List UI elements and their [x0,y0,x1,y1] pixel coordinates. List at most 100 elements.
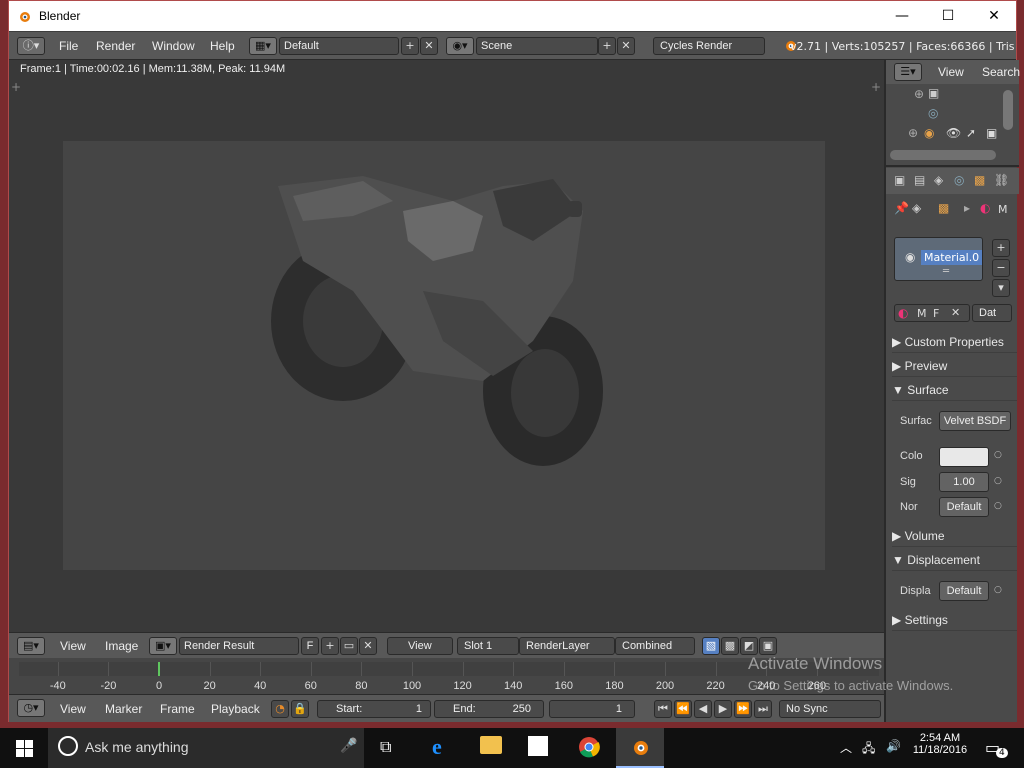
expand-icon[interactable]: ⊕ [914,87,924,101]
unlink-image-icon[interactable]: ✕ [359,637,377,655]
volume-panel[interactable]: ▶ Volume [892,525,1017,547]
scene-field[interactable]: Scene [476,37,598,55]
custom-properties-panel[interactable]: ▶ Custom Properties [892,331,1017,353]
minimize-button[interactable]: — [879,1,925,31]
menu-window[interactable]: Window [152,39,195,53]
expand-icon[interactable]: ⊕ [908,126,918,140]
slot-specials-icon[interactable]: ▾ [992,279,1010,297]
link-data-dropdown[interactable]: Dat [972,304,1012,322]
fake-user-button[interactable]: F [301,637,319,655]
constraints-tab-icon[interactable]: ⛓ [994,173,1009,187]
menu-view[interactable]: View [938,65,964,79]
preview-panel[interactable]: ▶ Preview [892,355,1017,377]
editor-type-info-icon[interactable]: ⓘ▾ [17,37,45,55]
editor-type-outliner-icon[interactable]: ☰▾ [894,63,922,81]
alpha-channel-icon[interactable]: ▩ [721,637,739,655]
displacement-panel[interactable]: ▼ Displacement [892,549,1017,571]
select-cursor-icon[interactable]: ➚ [966,126,976,140]
start-frame-field[interactable]: Start: 1 [317,700,431,718]
end-frame-field[interactable]: End: 250 [434,700,544,718]
show-hidden-icons[interactable]: ︿ [840,739,852,756]
area-split-corner[interactable]: + [11,80,21,94]
color-swatch[interactable] [939,447,989,467]
scene-tab-icon[interactable]: ◈ [934,173,943,187]
store-icon[interactable] [528,736,548,756]
network-icon[interactable]: 🖧 [862,739,875,760]
remove-layout-icon[interactable]: ✕ [420,37,438,55]
remove-slot-icon[interactable]: − [992,259,1010,277]
windows-start-icon[interactable] [16,740,33,757]
clock[interactable]: 2:54 AM 11/18/2016 [910,732,970,756]
chrome-icon[interactable] [578,736,600,758]
surface-panel[interactable]: ▼ Surface [892,379,1017,401]
render-layer-dropdown[interactable]: RenderLayer [519,637,615,655]
cortana-search-box[interactable]: Ask me anything 🎤 [48,728,364,768]
file-explorer-icon[interactable] [480,736,502,754]
menu-image[interactable]: Image [105,639,138,653]
microphone-icon[interactable]: 🎤 [340,738,357,754]
task-view-icon[interactable]: ⧉ [380,737,391,757]
surface-shader-field[interactable]: Velvet BSDF [939,411,1011,431]
current-frame-marker[interactable] [158,662,160,676]
menu-render[interactable]: Render [96,39,135,53]
new-image-icon[interactable]: + [321,637,339,655]
close-button[interactable]: ✕ [971,1,1017,31]
displacement-field[interactable]: Default [939,581,989,601]
settings-panel[interactable]: ▶ Settings [892,609,1017,631]
add-layout-icon[interactable]: + [401,37,419,55]
image-editor-area[interactable]: Frame:1 | Time:00:02.16 | Mem:11.38M, Pe… [9,60,884,632]
material-slot-list[interactable]: ◉ Material.0 ═ [894,237,983,281]
maximize-button[interactable]: ☐ [925,1,971,31]
material-browse-icon[interactable]: ◐ [898,306,908,320]
menu-file[interactable]: File [59,39,78,53]
next-keyframe-icon[interactable]: ⏩ [734,700,752,718]
jump-end-icon[interactable]: ⏭ [754,700,772,718]
blender-taskbar-button[interactable] [616,728,664,768]
object-tab-icon[interactable]: ▩ [974,173,985,187]
add-slot-icon[interactable]: + [992,239,1010,257]
render-tab-icon[interactable]: ▣ [894,173,905,187]
draw-channels-icon[interactable]: ▧ [702,637,720,655]
editor-type-image-icon[interactable]: ▤▾ [17,637,45,655]
list-resize-handle[interactable]: ═ [943,266,949,277]
open-image-icon[interactable]: ▭ [340,637,358,655]
layers-tab-icon[interactable]: ▤ [914,173,925,187]
lock-icon[interactable]: 🔒 [291,700,309,718]
view-mode-dropdown[interactable]: View [387,637,453,655]
screen-layout-icon[interactable]: ▦▾ [249,37,277,55]
menu-marker[interactable]: Marker [105,702,142,716]
render-icon[interactable]: ▣ [759,637,777,655]
remove-scene-icon[interactable]: ✕ [617,37,635,55]
add-scene-icon[interactable]: + [598,37,616,55]
z-buffer-icon[interactable]: ◩ [740,637,758,655]
link-socket-icon[interactable]: ○ [994,476,1002,486]
material-slot-name[interactable]: Material.0 [921,250,983,265]
outliner-hscrollbar[interactable] [890,150,996,160]
link-socket-icon[interactable]: ○ [994,501,1002,511]
render-pass-dropdown[interactable]: Combined [615,637,695,655]
layout-field[interactable]: Default [279,37,399,55]
sigma-field[interactable]: 1.00 [939,472,989,492]
keying-icon[interactable]: ◔ [271,700,289,718]
play-reverse-icon[interactable]: ◀ [694,700,712,718]
render-engine-dropdown[interactable]: Cycles Render [653,37,765,55]
render-camera-icon[interactable]: ▣ [986,126,997,140]
slot-dropdown[interactable]: Slot 1 [457,637,519,655]
volume-icon[interactable]: 🔊 [886,739,901,753]
scene-icon[interactable]: ◉▾ [446,37,474,55]
edge-browser-icon[interactable]: e [432,734,442,760]
play-icon[interactable]: ▶ [714,700,732,718]
visibility-eye-icon[interactable]: 👁 [946,126,961,140]
outliner-scrollbar[interactable] [1003,90,1013,130]
sync-dropdown[interactable]: No Sync [779,700,881,718]
current-frame-field[interactable]: 1 [549,700,635,718]
menu-search[interactable]: Search [982,65,1020,79]
world-tab-icon[interactable]: ◎ [954,173,964,187]
prev-keyframe-icon[interactable]: ⏪ [674,700,692,718]
material-datablock[interactable]: ◐ M F ✕ [894,304,970,322]
pin-icon[interactable]: 📌 [894,201,909,215]
normal-field[interactable]: Default [939,497,989,517]
link-socket-icon[interactable]: ○ [994,585,1002,595]
unlink-material-icon[interactable]: ✕ [951,306,960,319]
jump-start-icon[interactable]: ⏮ [654,700,672,718]
